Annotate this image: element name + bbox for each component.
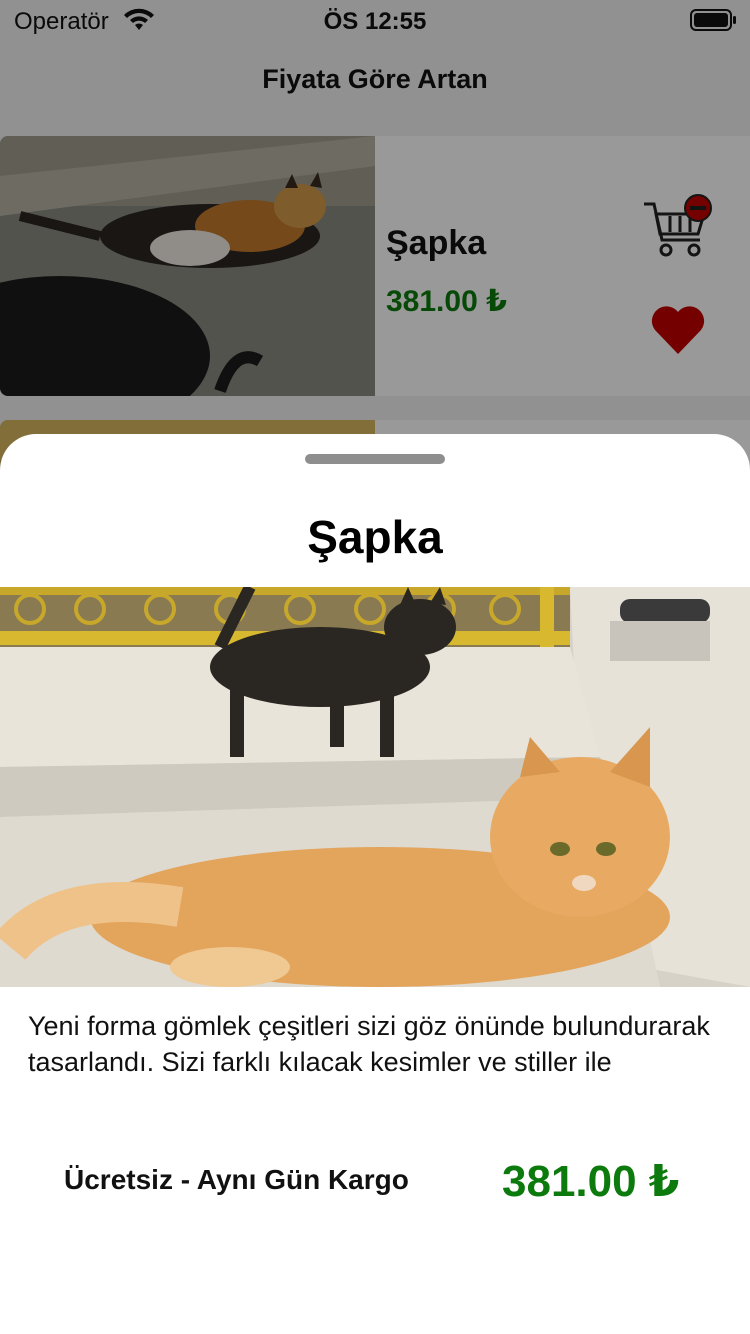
sheet-grabber[interactable] xyxy=(305,454,445,464)
app-screen: Operatör ÖS 12:55 Fiyata Göre Artan Şapk… xyxy=(0,0,750,1334)
detail-description: Yeni forma gömlek çeşitleri sizi göz önü… xyxy=(28,1011,710,1077)
cats-on-steps-photo xyxy=(0,587,750,987)
detail-price: 381.00 ₺ xyxy=(502,1157,680,1206)
detail-title: Şapka xyxy=(307,511,443,563)
product-detail-sheet: Şapka Yeni forma gömlek çeşitleri sizi g… xyxy=(0,434,750,1334)
shipping-info: Ücretsiz - Aynı Gün Kargo xyxy=(64,1164,409,1195)
